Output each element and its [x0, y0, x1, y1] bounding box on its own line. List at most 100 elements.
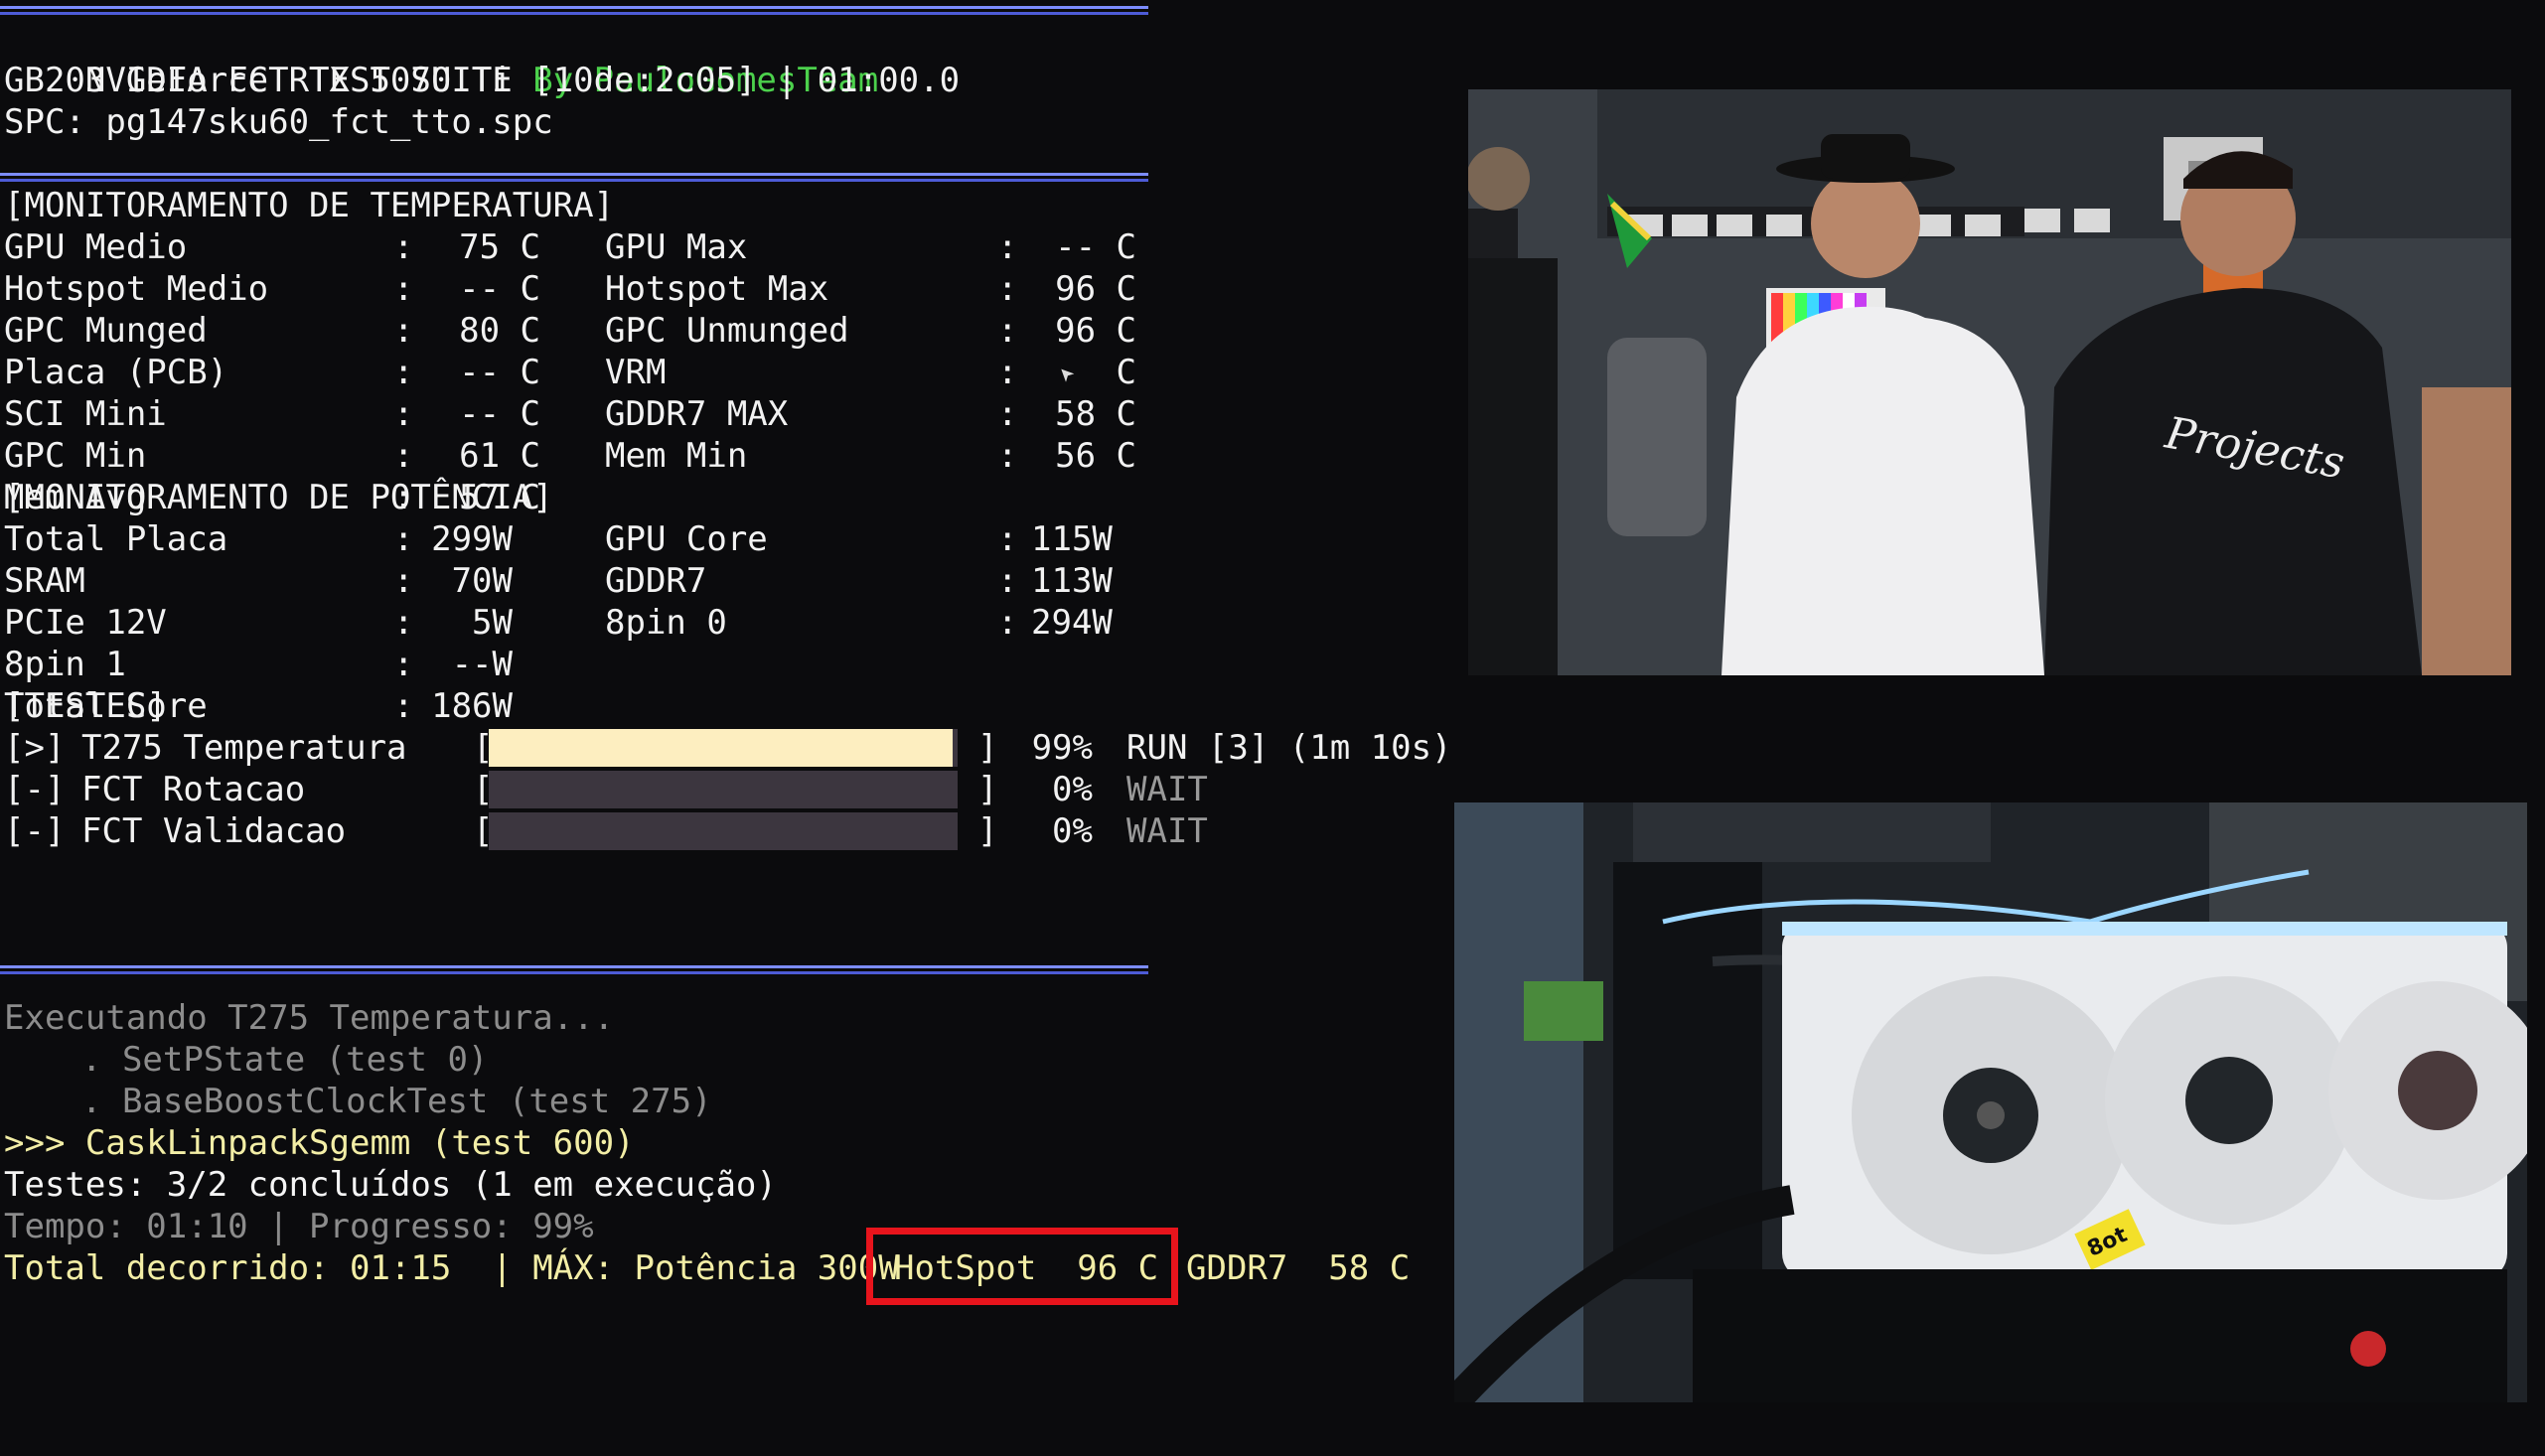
power-value-right: 294W	[1031, 603, 1113, 643]
log-sub2: . BaseBoostClockTest (test 275)	[81, 1082, 712, 1121]
log-current: >>> CaskLinpackSgemm (test 600)	[4, 1123, 635, 1163]
power-section-title: [MONITORAMENTO DE POTÊNCIA]	[4, 478, 553, 517]
colon: :	[393, 269, 414, 309]
bar-bracket-right: ]	[977, 728, 998, 768]
temp-label-left: SCI Mini	[4, 394, 167, 434]
temp-label-right: GPC Unmunged	[605, 311, 849, 351]
gpu-scene: 8ot	[1454, 802, 2527, 1402]
bar-bracket-right: ]	[977, 770, 998, 809]
temp-value-right: 58 C	[1055, 394, 1136, 434]
colon: :	[997, 227, 1018, 267]
colon: :	[393, 394, 414, 434]
log-total-line: Total decorrido: 01:15 | MÁX: Potência 3…	[4, 1247, 1410, 1289]
progress-bar	[489, 812, 958, 850]
colon: :	[393, 436, 414, 476]
hotspot-highlight-box	[866, 1228, 1178, 1305]
colon: :	[997, 394, 1018, 434]
log-summary: Testes: 3/2 concluídos (1 em execução)	[4, 1165, 777, 1205]
temp-value-left: -- C	[459, 269, 540, 309]
colon: :	[393, 353, 414, 392]
colon: :	[997, 436, 1018, 476]
colon: :	[393, 561, 414, 601]
test-name: FCT Rotacao	[81, 770, 306, 809]
power-value-left: --W	[451, 645, 513, 684]
test-percent: 0%	[1052, 770, 1093, 809]
power-value-left: 299W	[431, 519, 513, 559]
terminal-window: NVIDIA FCT TEST SUITE By PauloGomesTeam …	[0, 0, 1452, 1428]
test-marker: [-]	[4, 770, 66, 809]
tests-section-title: [TESTES]	[4, 686, 167, 726]
power-value-left: 70W	[451, 561, 513, 601]
colon: :	[997, 561, 1018, 601]
colon: :	[393, 227, 414, 267]
log-sub1: . SetPState (test 0)	[81, 1040, 489, 1080]
power-value-right: 113W	[1031, 561, 1113, 601]
colon: :	[393, 311, 414, 351]
spc-line: SPC: pg147sku60_fct_tto.spc	[4, 102, 553, 142]
power-label-left: PCIe 12V	[4, 603, 167, 643]
temp-value-left: 61 C	[459, 436, 540, 476]
test-status: WAIT	[1126, 770, 1208, 809]
power-label-right: GDDR7	[605, 561, 707, 601]
people-scene: Projects	[1468, 89, 2511, 675]
temp-value-left: 80 C	[459, 311, 540, 351]
power-value-left: 186W	[431, 686, 513, 726]
temp-value-right: 96 C	[1055, 269, 1136, 309]
temp-value-right: 56 C	[1055, 436, 1136, 476]
test-percent: 0%	[1052, 811, 1093, 851]
separator	[0, 6, 1148, 15]
progress-bar	[489, 729, 958, 767]
test-marker: [-]	[4, 811, 66, 851]
temp-value-left: -- C	[459, 353, 540, 392]
temp-label-left: Hotspot Medio	[4, 269, 269, 309]
power-label-left: SRAM	[4, 561, 85, 601]
colon: :	[997, 353, 1018, 392]
colon: :	[997, 269, 1018, 309]
temp-value-right: -- C	[1055, 227, 1136, 267]
colon: :	[393, 645, 414, 684]
temp-section-title: [MONITORAMENTO DE TEMPERATURA]	[4, 186, 615, 225]
temp-label-left: Placa (PCB)	[4, 353, 228, 392]
test-percent: 99%	[1031, 728, 1093, 768]
log-gddr7: GDDR7 58 C	[1186, 1248, 1411, 1288]
temp-value-left: -- C	[459, 394, 540, 434]
colon: :	[393, 603, 414, 643]
log-executing: Executando T275 Temperatura...	[4, 998, 615, 1038]
temp-label-left: GPC Munged	[4, 311, 208, 351]
colon: :	[997, 519, 1018, 559]
webcam-people-panel: Projects	[1468, 89, 2511, 675]
temp-label-right: GPU Max	[605, 227, 748, 267]
power-label-left: Total Placa	[4, 519, 228, 559]
colon: :	[997, 603, 1018, 643]
temp-value-left: 75 C	[459, 227, 540, 267]
temp-label-right: VRM	[605, 353, 667, 392]
test-marker: [>]	[4, 728, 66, 768]
log-tempo: Tempo: 01:10 | Progresso: 99%	[4, 1207, 594, 1246]
temp-label-right: GDDR7 MAX	[605, 394, 789, 434]
colon: :	[393, 519, 414, 559]
progress-fill	[489, 729, 954, 767]
gpu-closeup-panel: 8ot	[1454, 802, 2527, 1402]
temp-label-right: Mem Min	[605, 436, 748, 476]
temp-label-right: Hotspot Max	[605, 269, 829, 309]
gpu-info-line: GB203 GeForce RTX 5070 Ti [10de:2c05] | …	[4, 61, 961, 100]
power-value-left: 5W	[472, 603, 513, 643]
power-label-right: 8pin 0	[605, 603, 727, 643]
separator	[0, 173, 1148, 182]
bar-bracket-right: ]	[977, 811, 998, 851]
test-status: WAIT	[1126, 811, 1208, 851]
title-line: NVIDIA FCT TEST SUITE By PauloGomesTeam	[4, 18, 878, 100]
colon: :	[997, 311, 1018, 351]
progress-bar	[489, 771, 958, 808]
temp-label-left: GPC Min	[4, 436, 147, 476]
power-label-right: GPU Core	[605, 519, 768, 559]
temp-value-right: 96 C	[1055, 311, 1136, 351]
power-label-left: 8pin 1	[4, 645, 126, 684]
log-total-prefix: Total decorrido: 01:15 | MÁX: Potência 3…	[4, 1248, 899, 1288]
test-name: FCT Validacao	[81, 811, 347, 851]
test-name: T275 Temperatura	[81, 728, 407, 768]
separator	[0, 965, 1148, 974]
temp-label-left: GPU Medio	[4, 227, 188, 267]
test-status: RUN [3] (1m 10s)	[1126, 728, 1452, 768]
power-value-right: 115W	[1031, 519, 1113, 559]
